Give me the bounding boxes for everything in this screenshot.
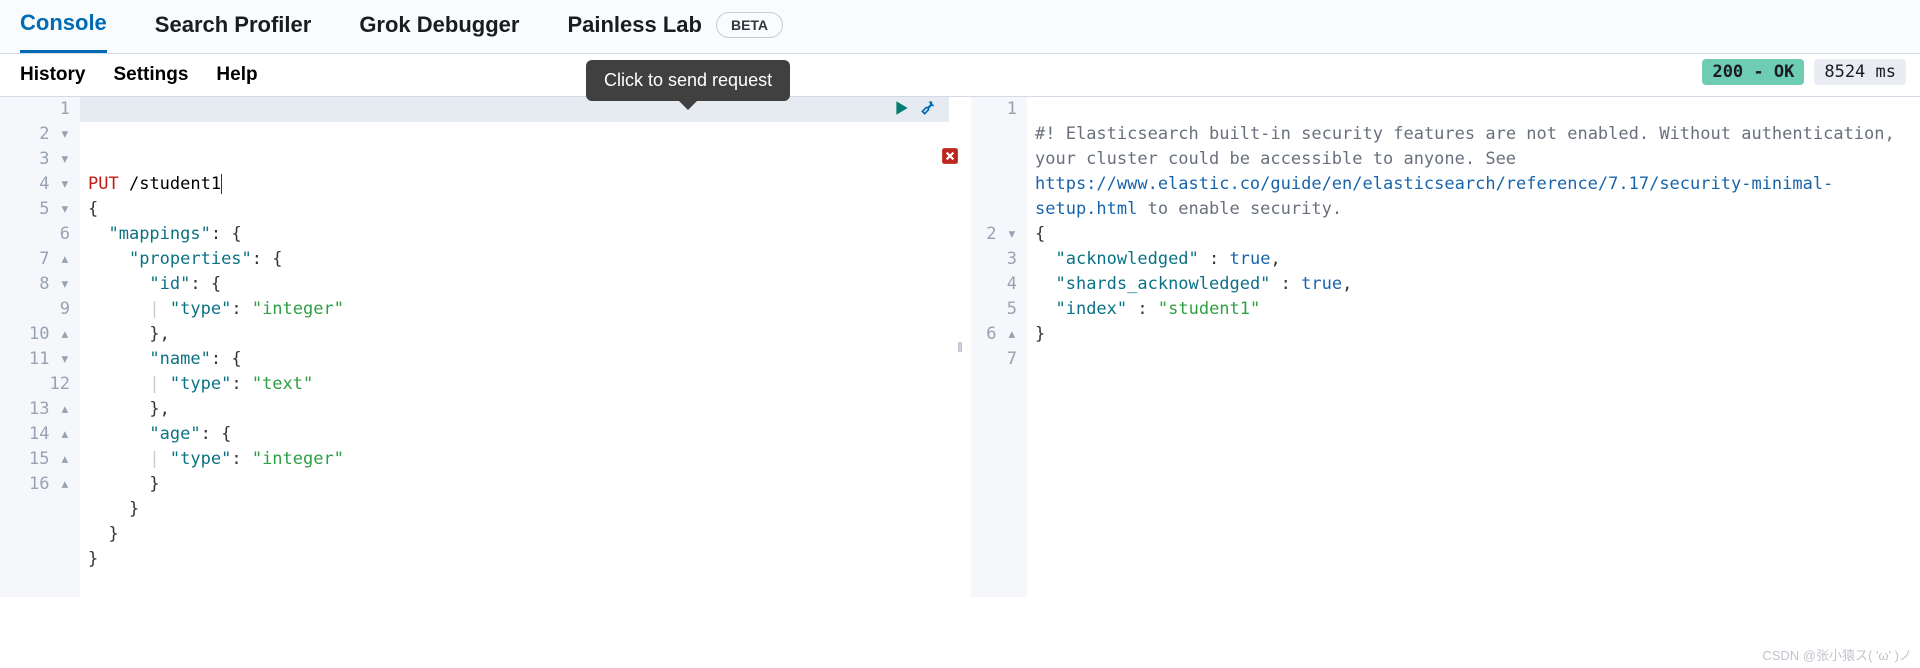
tab-console[interactable]: Console [20, 10, 107, 53]
wrench-icon[interactable] [919, 99, 937, 117]
help-link[interactable]: Help [216, 64, 257, 86]
settings-link[interactable]: Settings [113, 64, 188, 86]
response-gutter: 1 2 ▾ 3 4 5 6 ▴ 7 [971, 97, 1027, 597]
tab-grok-debugger[interactable]: Grok Debugger [359, 12, 519, 52]
send-request-tooltip: Click to send request [586, 60, 790, 101]
status-code-badge: 200 - OK [1702, 59, 1804, 85]
error-icon [941, 147, 959, 165]
request-pane: 1 2 ▾ 3 ▾ 4 ▾ 5 ▾ 6 7 ▴ 8 ▾ 9 10 ▴ 11 ▾ … [0, 97, 949, 597]
beta-badge: BETA [716, 12, 783, 38]
watermark: CSDN @张小猿ス( 'ω' )ノ [1762, 645, 1912, 664]
tab-search-profiler[interactable]: Search Profiler [155, 12, 312, 52]
tab-painless-lab[interactable]: Painless Lab [567, 12, 702, 52]
editor-panes: 1 2 ▾ 3 ▾ 4 ▾ 5 ▾ 6 7 ▴ 8 ▾ 9 10 ▴ 11 ▾ … [0, 96, 1920, 597]
pane-splitter[interactable]: ‖ [949, 97, 971, 597]
request-gutter: 1 2 ▾ 3 ▾ 4 ▾ 5 ▾ 6 7 ▴ 8 ▾ 9 10 ▴ 11 ▾ … [0, 97, 80, 597]
top-tabbar: Console Search Profiler Grok Debugger Pa… [0, 0, 1920, 54]
console-subnav: History Settings Help [0, 54, 1920, 96]
play-icon[interactable] [893, 99, 911, 117]
response-viewer[interactable]: #! Elasticsearch built-in security featu… [1027, 97, 1920, 597]
history-link[interactable]: History [20, 64, 85, 86]
request-editor[interactable]: PUT /student1 { "mappings": { "propertie… [80, 97, 949, 597]
response-pane: 200 - OK 8524 ms 1 2 ▾ 3 4 5 6 ▴ 7 #! El… [971, 97, 1920, 597]
response-time-badge: 8524 ms [1814, 59, 1906, 85]
